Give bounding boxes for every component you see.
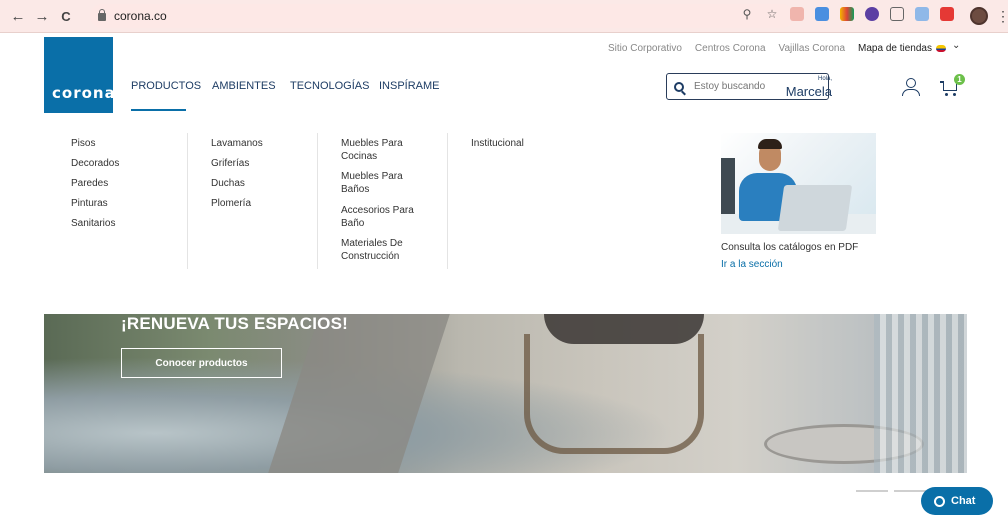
catalog-promo-text: Consulta los catálogos en PDF <box>721 242 859 253</box>
menu-divider <box>447 133 448 269</box>
zoom-icon[interactable]: ⚲ <box>740 7 754 21</box>
active-nav-indicator <box>131 109 186 111</box>
chat-label: Chat <box>951 495 976 507</box>
nav-tecnologias[interactable]: TECNOLOGÍAS <box>290 80 369 92</box>
chat-icon <box>934 495 945 507</box>
catalog-promo-link[interactable]: Ir a la sección <box>721 259 783 270</box>
conocer-productos-button[interactable]: Conocer productos <box>121 348 282 378</box>
profile-avatar-icon[interactable] <box>970 7 988 25</box>
chat-button[interactable]: Chat <box>921 487 993 515</box>
user-icon[interactable] <box>900 78 922 96</box>
slider-dot[interactable] <box>856 490 888 492</box>
colombia-flag-icon[interactable] <box>936 45 946 52</box>
slider-dots <box>856 490 926 492</box>
link-sitio-corporativo[interactable]: Sitio Corporativo <box>608 43 682 54</box>
menu-link-muebles-cocinas[interactable]: Muebles Para Cocinas <box>341 137 411 163</box>
extension-capture-icon[interactable] <box>890 7 904 21</box>
user-name[interactable]: Marcela <box>786 84 832 99</box>
menu-link-pisos[interactable]: Pisos <box>71 137 95 150</box>
camera-extension-icon[interactable] <box>790 7 804 21</box>
menu-divider <box>317 133 318 269</box>
menu-link-griferias[interactable]: Griferías <box>211 157 249 170</box>
menu-divider <box>187 133 188 269</box>
address-bar[interactable]: corona.co <box>90 4 794 28</box>
menu-link-paredes[interactable]: Paredes <box>71 177 108 190</box>
menu-link-accesorios-bano[interactable]: Accesorios Para Baño <box>341 204 417 230</box>
menu-link-institucional[interactable]: Institucional <box>471 137 524 150</box>
link-mapa-de-tiendas[interactable]: Mapa de tiendas <box>858 43 932 54</box>
menu-link-duchas[interactable]: Duchas <box>211 177 245 190</box>
user-greeting-hello: Hola, <box>817 76 832 82</box>
menu-link-lavamanos[interactable]: Lavamanos <box>211 137 263 150</box>
hero-title: ¡RENUEVA TUS ESPACIOS! <box>121 314 348 333</box>
url-text: corona.co <box>114 9 167 23</box>
menu-link-pinturas[interactable]: Pinturas <box>71 197 108 210</box>
nav-inspirame[interactable]: INSPÍRAME <box>379 80 440 92</box>
chevron-down-icon[interactable]: ⌄ <box>952 40 960 51</box>
hero-banner: ¡RENUEVA TUS ESPACIOS! Conocer productos <box>44 314 967 473</box>
slider-dot[interactable] <box>894 490 926 492</box>
top-links: Sitio Corporativo Centros Corona Vajilla… <box>608 43 932 54</box>
cart-count-badge: 1 <box>954 74 965 85</box>
catalog-promo-image[interactable] <box>721 133 876 234</box>
nav-productos[interactable]: PRODUCTOS <box>131 80 201 92</box>
search-icon[interactable] <box>674 81 684 92</box>
menu-link-sanitarios[interactable]: Sanitarios <box>71 217 115 230</box>
lock-icon <box>98 9 106 21</box>
menu-link-materiales-construccion[interactable]: Materiales De Construcción <box>341 237 413 263</box>
menu-link-plomeria[interactable]: Plomería <box>211 197 251 210</box>
browser-menu-icon[interactable]: ⋮ <box>996 8 1008 25</box>
link-vajillas-corona[interactable]: Vajillas Corona <box>779 43 846 54</box>
menu-link-muebles-banos[interactable]: Muebles Para Baños <box>341 170 411 196</box>
extension-blue-icon[interactable] <box>815 7 829 21</box>
nav-ambientes[interactable]: AMBIENTES <box>212 80 276 92</box>
logo-text: corona <box>52 84 116 102</box>
forward-icon[interactable]: → <box>32 6 52 26</box>
reload-icon[interactable]: C <box>56 6 76 26</box>
extension-record-icon[interactable] <box>865 7 879 21</box>
corona-logo[interactable]: corona <box>44 37 116 113</box>
extension-pencil-icon[interactable] <box>915 7 929 21</box>
bookmark-star-icon[interactable]: ☆ <box>765 7 779 21</box>
menu-link-decorados[interactable]: Decorados <box>71 157 119 170</box>
extension-red-icon[interactable] <box>940 7 954 21</box>
extension-multicolor-icon[interactable] <box>840 7 854 21</box>
back-icon[interactable]: ← <box>8 6 28 26</box>
link-centros-corona[interactable]: Centros Corona <box>695 43 766 54</box>
